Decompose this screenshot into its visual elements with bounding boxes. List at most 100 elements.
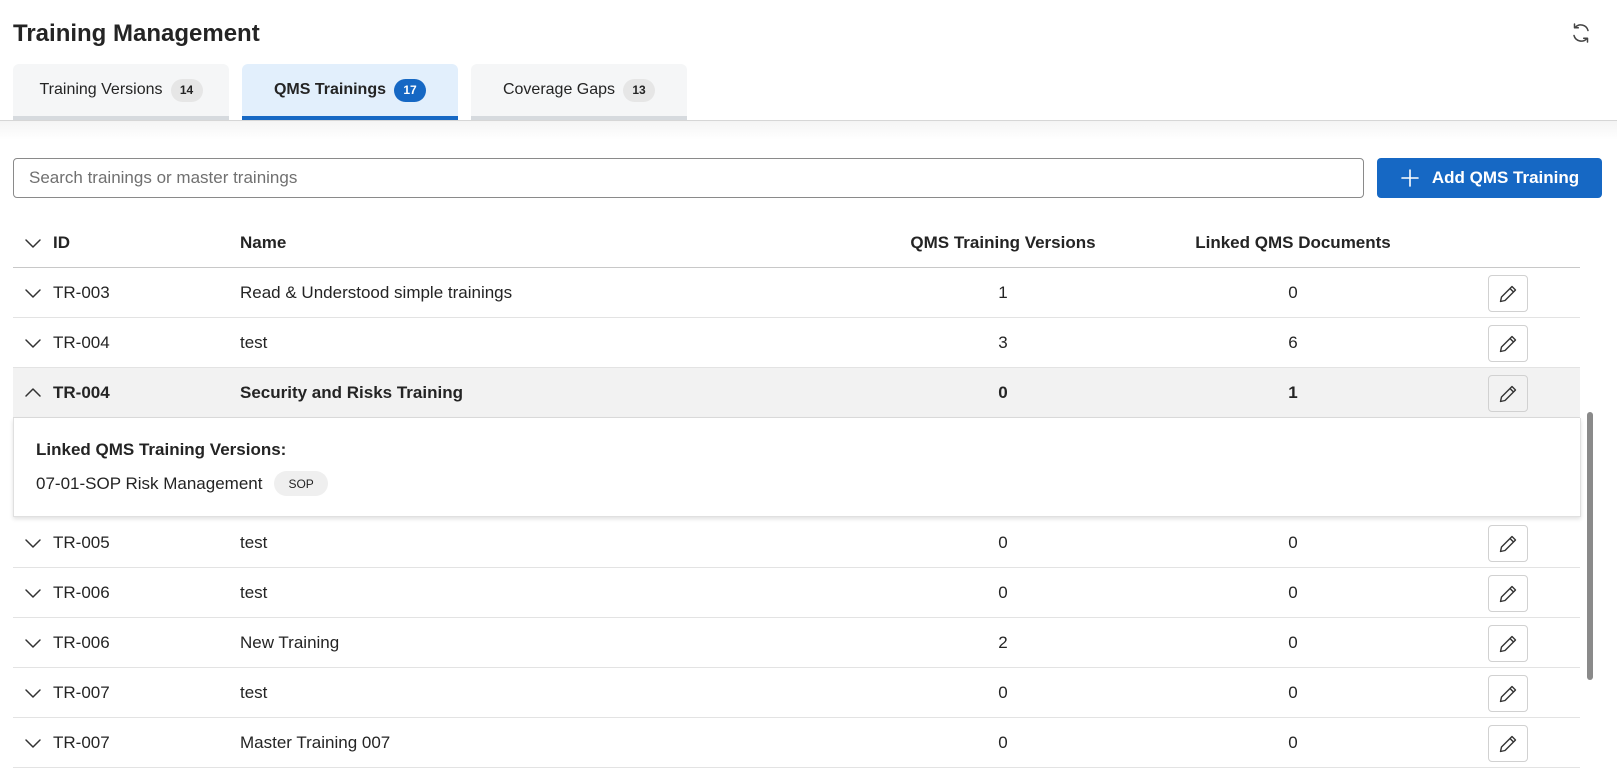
vertical-scrollbar[interactable] — [1587, 412, 1593, 680]
column-header-versions[interactable]: QMS Training Versions — [838, 218, 1168, 267]
pencil-icon — [1499, 635, 1517, 652]
refresh-icon — [1573, 23, 1589, 43]
table-row[interactable]: TR-004 test 3 6 — [13, 318, 1580, 368]
cell-documents: 0 — [1288, 632, 1298, 652]
table-row[interactable]: TR-006 test 0 0 — [13, 568, 1580, 618]
chevron-up-icon — [25, 387, 41, 397]
cell-id: TR-007 — [53, 682, 110, 702]
cell-id: TR-005 — [53, 532, 110, 552]
cell-documents: 0 — [1288, 282, 1298, 302]
expand-row-button[interactable] — [21, 618, 45, 667]
linked-version-name: 07-01-SOP Risk Management — [36, 473, 263, 493]
cell-name: test — [240, 582, 268, 602]
expand-row-button[interactable] — [21, 318, 45, 367]
cell-id: TR-006 — [53, 582, 110, 602]
chevron-down-icon — [25, 738, 41, 748]
count-badge: 13 — [623, 78, 656, 102]
edit-button[interactable] — [1488, 525, 1528, 562]
cell-name: Master Training 007 — [240, 732, 391, 752]
column-header-name[interactable]: Name — [240, 218, 286, 267]
table-row-expanded[interactable]: TR-004 Security and Risks Training 0 1 — [13, 368, 1580, 418]
cell-documents: 1 — [1288, 382, 1298, 402]
cell-name: New Training — [240, 632, 340, 652]
chevron-down-icon — [25, 338, 41, 348]
tab-qms-trainings[interactable]: QMS Trainings 17 — [242, 64, 458, 120]
tab-label: Training Versions — [39, 81, 163, 98]
tab-label: QMS Trainings — [273, 81, 386, 98]
cell-versions: 0 — [998, 532, 1008, 552]
pencil-icon — [1499, 335, 1517, 352]
cell-id: TR-003 — [53, 282, 110, 302]
refresh-button[interactable] — [1567, 19, 1595, 47]
cell-documents: 0 — [1288, 582, 1298, 602]
edit-button[interactable] — [1488, 725, 1528, 762]
chevron-down-icon — [25, 238, 41, 248]
cell-id: TR-007 — [53, 732, 110, 752]
cell-documents: 0 — [1288, 532, 1298, 552]
pencil-icon — [1499, 285, 1517, 302]
chevron-down-icon — [25, 538, 41, 548]
tab-training-versions[interactable]: Training Versions 14 — [13, 64, 229, 120]
cell-id: TR-004 — [53, 382, 110, 402]
cell-versions: 0 — [998, 732, 1008, 752]
collapse-row-button[interactable] — [21, 368, 45, 417]
tab-label: Coverage Gaps — [502, 81, 616, 98]
tab-coverage-gaps[interactable]: Coverage Gaps 13 — [471, 64, 687, 120]
pencil-icon — [1499, 585, 1517, 602]
column-header-documents[interactable]: Linked QMS Documents — [1128, 218, 1458, 267]
edit-button[interactable] — [1488, 325, 1528, 362]
table-row[interactable]: TR-007 Master Training 007 0 0 — [13, 718, 1580, 768]
table-row[interactable]: TR-006 New Training 2 0 — [13, 618, 1580, 668]
pencil-icon — [1499, 735, 1517, 752]
expand-all-button[interactable] — [21, 218, 45, 267]
detail-heading: Linked QMS Training Versions: — [36, 440, 287, 459]
cell-name: Read & Understood simple trainings — [240, 282, 513, 302]
pencil-icon — [1499, 535, 1517, 552]
chevron-down-icon — [25, 688, 41, 698]
expand-row-button[interactable] — [21, 268, 45, 317]
cell-documents: 0 — [1288, 682, 1298, 702]
edit-button[interactable] — [1488, 675, 1528, 712]
add-button-label: Add QMS Training — [1431, 168, 1580, 187]
cell-name: Security and Risks Training — [240, 382, 463, 402]
cell-versions: 0 — [998, 582, 1008, 602]
table-row[interactable]: TR-005 test 0 0 — [13, 518, 1580, 568]
pencil-icon — [1499, 685, 1517, 702]
chevron-down-icon — [25, 638, 41, 648]
edit-button[interactable] — [1488, 575, 1528, 612]
cell-documents: 0 — [1288, 732, 1298, 752]
add-qms-training-button[interactable]: Add QMS Training — [1377, 158, 1602, 198]
edit-button[interactable] — [1488, 275, 1528, 312]
search-input[interactable] — [13, 158, 1364, 198]
count-badge: 17 — [394, 78, 426, 102]
expand-row-button[interactable] — [21, 668, 45, 717]
cell-versions: 0 — [998, 382, 1008, 402]
edit-button[interactable] — [1488, 625, 1528, 662]
trainings-table: ID Name QMS Training Versions Linked QMS… — [13, 218, 1581, 768]
tab-bar: Training Versions 14 QMS Trainings 17 Co… — [13, 64, 687, 120]
table-row[interactable]: TR-007 test 0 0 — [13, 668, 1580, 718]
count-badge: 14 — [170, 78, 203, 102]
cell-name: test — [240, 682, 268, 702]
cell-id: TR-004 — [53, 332, 110, 352]
cell-versions: 2 — [998, 632, 1008, 652]
table-row[interactable]: TR-003 Read & Understood simple training… — [13, 268, 1580, 318]
cell-name: test — [240, 532, 268, 552]
page-title: Training Management — [13, 20, 260, 47]
linked-version-item: 07-01-SOP Risk Management SOP — [36, 471, 328, 496]
edit-button[interactable] — [1488, 375, 1528, 412]
row-detail-panel: Linked QMS Training Versions: 07-01-SOP … — [13, 418, 1581, 517]
cell-versions: 3 — [998, 332, 1008, 352]
cell-versions: 1 — [998, 282, 1008, 302]
pencil-icon — [1499, 385, 1517, 402]
cell-id: TR-006 — [53, 632, 110, 652]
expand-row-button[interactable] — [21, 568, 45, 617]
plus-icon — [1401, 169, 1419, 187]
chevron-down-icon — [25, 588, 41, 598]
chevron-down-icon — [25, 288, 41, 298]
document-type-tag: SOP — [274, 471, 328, 496]
expand-row-button[interactable] — [21, 518, 45, 567]
column-header-id[interactable]: ID — [53, 218, 70, 267]
tabs-divider — [0, 120, 1617, 140]
expand-row-button[interactable] — [21, 718, 45, 767]
